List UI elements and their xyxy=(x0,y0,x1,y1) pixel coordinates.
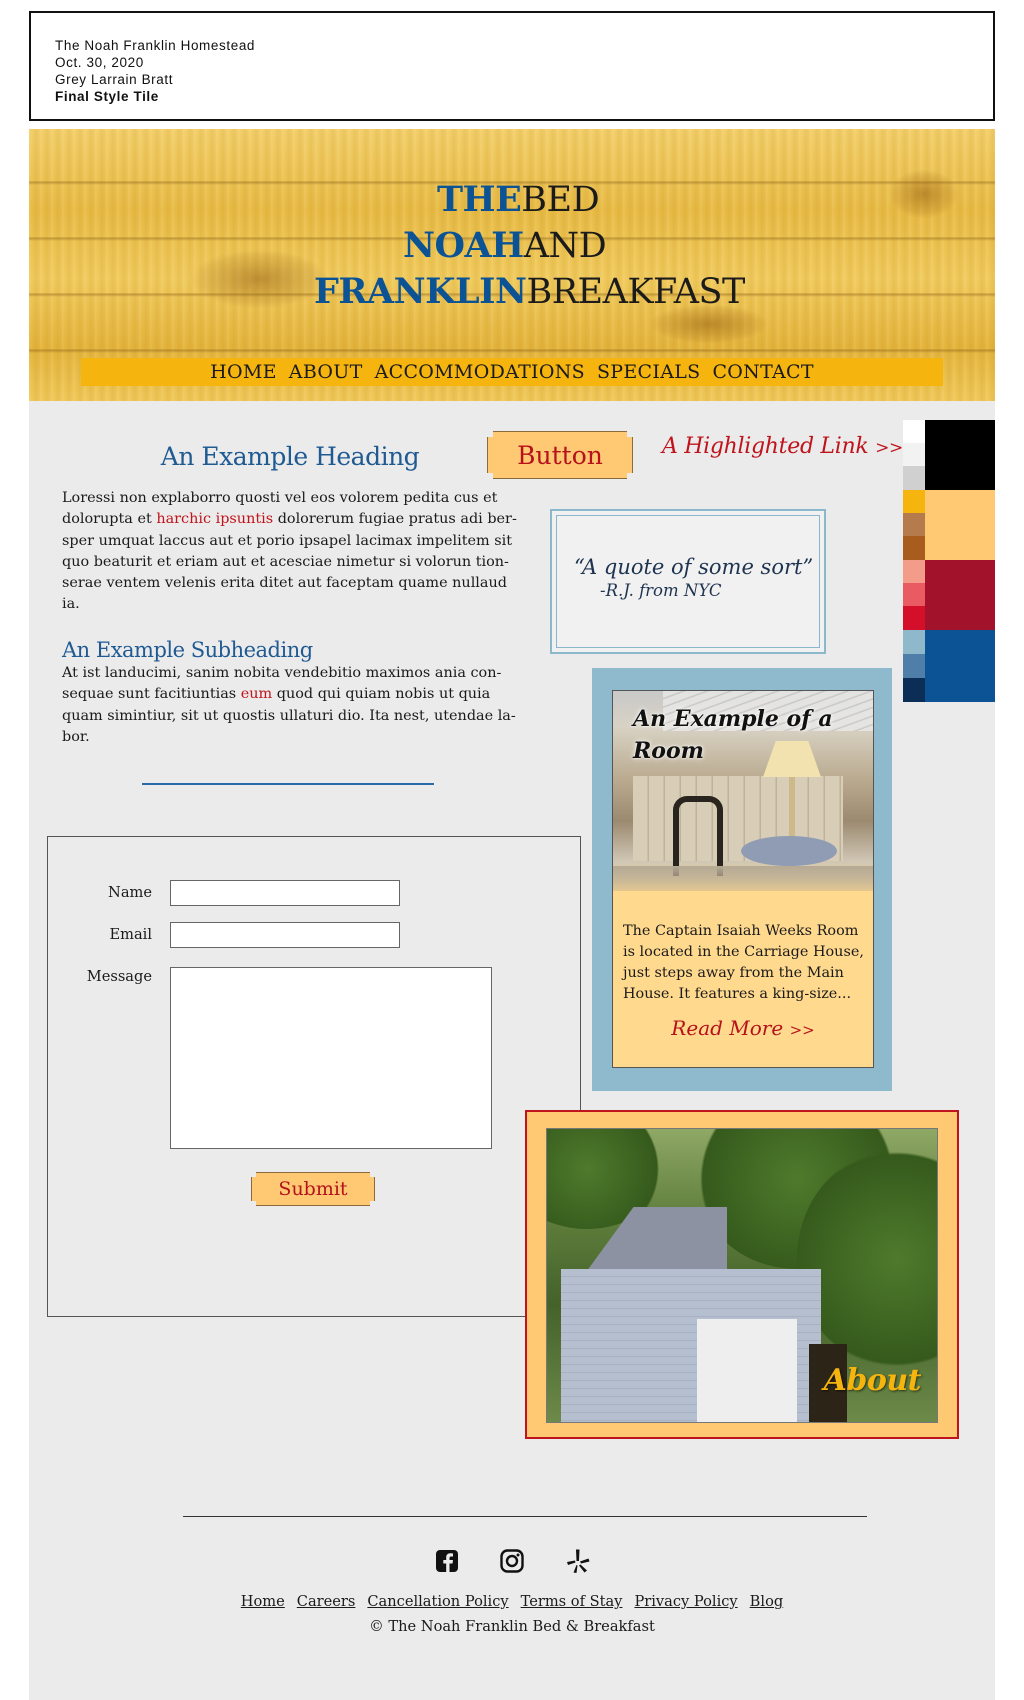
about-label: About xyxy=(823,1363,922,1398)
facebook-icon[interactable] xyxy=(434,1548,460,1574)
style-tile-info-box: The Noah Franklin Homestead Oct. 30, 202… xyxy=(29,11,995,121)
sample-button[interactable]: Button xyxy=(487,431,633,479)
wood-knot xyxy=(189,249,329,309)
quote-text: “A quote of some sort” xyxy=(574,555,814,579)
nav-home[interactable]: HOME xyxy=(210,361,277,383)
section-divider xyxy=(142,783,434,785)
main-nav: HOME ABOUT ACCOMMODATIONS SPECIALS CONTA… xyxy=(81,358,943,386)
body-paragraph-1: Loressi non explaborro quosti vel eos vo… xyxy=(62,490,517,613)
footer-link-careers[interactable]: Careers xyxy=(297,1593,356,1610)
nav-about[interactable]: ABOUT xyxy=(289,361,363,383)
color-swatch-large xyxy=(925,560,995,630)
house-photo: About xyxy=(546,1128,938,1423)
footer-nav: Home Careers Cancellation Policy Terms o… xyxy=(0,1593,1024,1610)
logo-line-1: THEBED xyxy=(437,179,600,220)
nav-accommodations[interactable]: ACCOMMODATIONS xyxy=(375,361,585,383)
logo-line-3: FRANKLINBREAKFAST xyxy=(314,271,745,312)
example-heading: An Example Heading xyxy=(160,442,420,471)
footer-link-home[interactable]: Home xyxy=(241,1593,285,1610)
room-card-inner: An Example of a Room The Captain Isaiah … xyxy=(612,690,874,1068)
color-swatch xyxy=(903,466,925,490)
email-field[interactable] xyxy=(170,922,400,948)
submit-button[interactable]: Submit xyxy=(251,1172,375,1206)
footer-link-terms-of-stay[interactable]: Terms of Stay xyxy=(521,1593,623,1610)
inline-link[interactable]: harchic ipsuntis xyxy=(156,511,273,527)
example-subheading: An Example Subheading xyxy=(62,638,313,662)
color-swatch xyxy=(903,630,925,654)
yelp-icon[interactable] xyxy=(565,1548,591,1574)
inline-link[interactable]: eum xyxy=(241,686,272,702)
highlighted-link[interactable]: A Highlighted Link >> xyxy=(662,434,903,459)
message-field[interactable] xyxy=(170,967,492,1149)
email-label: Email xyxy=(109,926,152,943)
quote-attribution: -R.J. from NYC xyxy=(600,581,722,600)
color-swatch-large xyxy=(925,490,995,560)
name-label: Name xyxy=(108,884,152,901)
color-swatch xyxy=(903,654,925,678)
room-title: An Example of a Room xyxy=(633,706,833,764)
message-label: Message xyxy=(86,968,152,985)
color-swatch-large xyxy=(925,420,995,490)
about-card[interactable]: About xyxy=(525,1110,959,1439)
nav-contact[interactable]: CONTACT xyxy=(712,361,813,383)
color-swatch xyxy=(903,490,925,513)
project-name: The Noah Franklin Homestead xyxy=(55,38,256,53)
wood-knot xyxy=(889,169,959,219)
color-swatch-large xyxy=(925,630,995,702)
color-swatch xyxy=(903,583,925,606)
instagram-icon[interactable] xyxy=(499,1548,525,1574)
color-swatch xyxy=(903,606,925,630)
logo-line-2: NOAHAND xyxy=(403,225,607,266)
color-swatch xyxy=(903,678,925,702)
copyright: © The Noah Franklin Bed & Breakfast xyxy=(369,1618,655,1635)
footer-divider xyxy=(183,1516,867,1517)
color-swatch xyxy=(903,536,925,560)
room-description: The Captain Isaiah Weeks Room is located… xyxy=(623,923,864,1002)
color-palette xyxy=(903,420,995,702)
designer-name: Grey Larrain Bratt xyxy=(55,72,174,87)
room-card: An Example of a Room The Captain Isaiah … xyxy=(592,668,892,1091)
color-swatch xyxy=(903,420,925,443)
footer-link-privacy-policy[interactable]: Privacy Policy xyxy=(634,1593,737,1610)
project-date: Oct. 30, 2020 xyxy=(55,55,144,70)
site-header-banner: THEBED NOAHAND FRANKLINBREAKFAST HOME AB… xyxy=(29,129,995,401)
color-swatch xyxy=(903,560,925,583)
body-paragraph-2: At ist landucimi, sanim nobita vendebiti… xyxy=(62,665,516,745)
name-field[interactable] xyxy=(170,880,400,906)
color-swatch xyxy=(903,513,925,536)
color-swatch xyxy=(903,443,925,466)
read-more-link[interactable]: Read More >> xyxy=(613,1016,873,1040)
tile-label: Final Style Tile xyxy=(55,89,159,104)
nav-specials[interactable]: SPECIALS xyxy=(597,361,700,383)
quote-block: “A quote of some sort” -R.J. from NYC xyxy=(550,509,826,654)
footer-link-cancellation-policy[interactable]: Cancellation Policy xyxy=(367,1593,508,1610)
footer-link-blog[interactable]: Blog xyxy=(750,1593,784,1610)
